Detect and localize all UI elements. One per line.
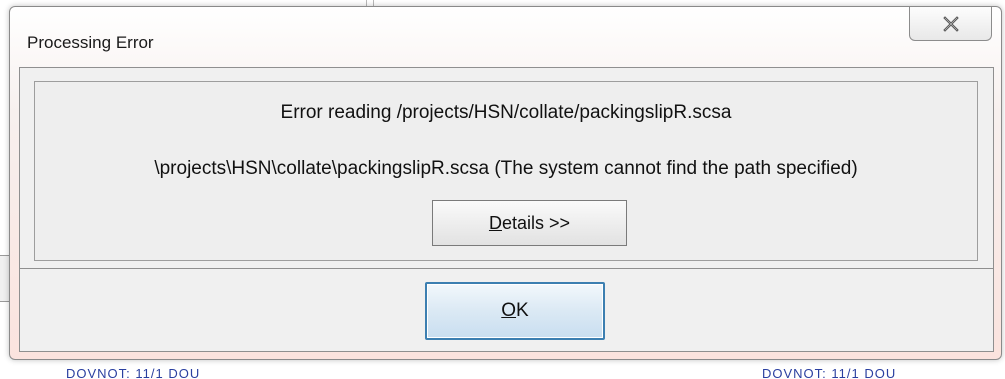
error-message: Error reading /projects/HSN/collate/pack…: [280, 102, 732, 123]
ok-mnemonic: O: [501, 300, 517, 321]
message-panel: Error reading /projects/HSN/collate/pack…: [34, 81, 978, 261]
dialog-title: Processing Error: [27, 33, 154, 52]
details-button[interactable]: Details >>: [432, 200, 627, 246]
ok-label: K: [516, 300, 529, 321]
ok-button[interactable]: OK: [425, 282, 605, 340]
background-text-left: DOVNOT: 11/1 DOU: [66, 366, 201, 379]
close-button[interactable]: [909, 7, 992, 41]
processing-error-dialog: Processing Error Error reading /projects…: [9, 6, 1002, 360]
close-icon: [942, 15, 959, 32]
details-label: etails >>: [501, 212, 571, 233]
background-text-right: DOVNOT: 11/1 DOU: [762, 366, 897, 379]
error-detail: \projects\HSN\collate\packingslipR.scsa …: [154, 158, 858, 179]
dialog-content: Error reading /projects/HSN/collate/pack…: [19, 67, 994, 352]
details-mnemonic: D: [488, 212, 502, 233]
button-area-divider: [20, 268, 993, 269]
